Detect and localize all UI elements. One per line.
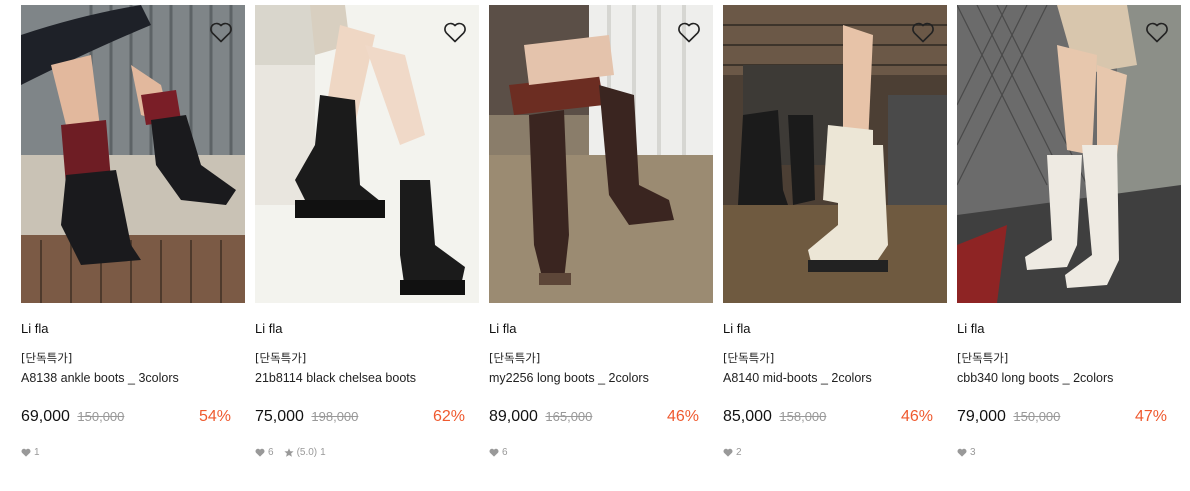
product-image[interactable] bbox=[957, 5, 1181, 303]
likes-count: 1 bbox=[34, 446, 40, 458]
likes-count: 2 bbox=[736, 446, 742, 458]
product-meta: 1 bbox=[21, 445, 245, 459]
product-image[interactable] bbox=[21, 5, 245, 303]
heart-filled-icon bbox=[489, 448, 499, 457]
product-card[interactable]: Li fla [단독특가] my2256 long boots _ 2color… bbox=[489, 5, 713, 459]
product-photo-ankle-boots bbox=[21, 5, 245, 303]
product-photo-long-boots bbox=[489, 5, 713, 303]
heart-outline-icon bbox=[1146, 22, 1168, 43]
promo-tag: [단독특가] bbox=[255, 351, 307, 365]
product-name[interactable]: my2256 long boots _ 2colors bbox=[489, 370, 713, 386]
likes: 6 bbox=[489, 447, 508, 458]
original-price: 165,000 bbox=[545, 409, 593, 424]
rating: (5.0) 1 bbox=[283, 446, 326, 458]
sale-price: 79,000 bbox=[957, 408, 1006, 425]
likes: 1 bbox=[21, 447, 40, 458]
rating-score: (5.0) bbox=[296, 446, 318, 458]
product-name[interactable]: A8138 ankle boots _ 3colors bbox=[21, 370, 245, 386]
price-row: 85,000 158,000 46% bbox=[723, 407, 947, 427]
likes: 2 bbox=[723, 447, 742, 458]
original-price: 150,000 bbox=[77, 409, 125, 424]
price-row: 89,000 165,000 46% bbox=[489, 407, 713, 427]
product-name[interactable]: cbb340 long boots _ 2colors bbox=[957, 370, 1181, 386]
discount-rate: 62% bbox=[432, 408, 465, 425]
sale-price: 89,000 bbox=[489, 408, 538, 425]
review-count: 1 bbox=[320, 446, 326, 458]
wishlist-button[interactable] bbox=[911, 21, 935, 43]
price-row: 75,000 198,000 62% bbox=[255, 407, 479, 427]
wishlist-button[interactable] bbox=[1145, 21, 1169, 43]
product-image[interactable] bbox=[255, 5, 479, 303]
product-card[interactable]: Li fla [단독특가] cbb340 long boots _ 2color… bbox=[957, 5, 1181, 459]
product-meta: 6 bbox=[489, 445, 713, 459]
wishlist-button[interactable] bbox=[209, 21, 233, 43]
original-price: 150,000 bbox=[1013, 409, 1061, 424]
heart-filled-icon bbox=[255, 448, 265, 457]
heart-filled-icon bbox=[21, 448, 31, 457]
brand-name[interactable]: Li fla bbox=[21, 321, 245, 337]
promo-tag: [단독특가] bbox=[957, 351, 1009, 365]
product-photo-chelsea-boots bbox=[255, 5, 479, 303]
wishlist-button[interactable] bbox=[677, 21, 701, 43]
sale-price: 69,000 bbox=[21, 408, 70, 425]
product-photo-long-boots-white bbox=[957, 5, 1181, 303]
product-card[interactable]: Li fla [단독특가] 21b8114 black chelsea boot… bbox=[255, 5, 479, 459]
heart-outline-icon bbox=[912, 22, 934, 43]
product-card[interactable]: Li fla [단독특가] A8140 mid-boots _ 2colors … bbox=[723, 5, 947, 459]
original-price: 198,000 bbox=[311, 409, 359, 424]
brand-name[interactable]: Li fla bbox=[255, 321, 479, 337]
product-meta: 2 bbox=[723, 445, 947, 459]
sale-price: 75,000 bbox=[255, 408, 304, 425]
discount-rate: 47% bbox=[1134, 408, 1167, 425]
likes-count: 6 bbox=[268, 446, 274, 458]
product-meta: 3 bbox=[957, 445, 1181, 459]
likes: 3 bbox=[957, 447, 976, 458]
product-image[interactable] bbox=[489, 5, 713, 303]
product-image[interactable] bbox=[723, 5, 947, 303]
product-name[interactable]: 21b8114 black chelsea boots bbox=[255, 370, 479, 386]
heart-outline-icon bbox=[210, 22, 232, 43]
product-photo-mid-boots bbox=[723, 5, 947, 303]
likes: 6 bbox=[255, 447, 274, 458]
discount-rate: 46% bbox=[900, 408, 933, 425]
star-icon bbox=[283, 447, 294, 457]
brand-name[interactable]: Li fla bbox=[489, 321, 713, 337]
heart-filled-icon bbox=[723, 448, 733, 457]
product-meta: 6 (5.0) 1 bbox=[255, 445, 479, 459]
product-card[interactable]: Li fla [단독특가] A8138 ankle boots _ 3color… bbox=[21, 5, 245, 459]
brand-name[interactable]: Li fla bbox=[957, 321, 1181, 337]
product-grid: Li fla [단독특가] A8138 ankle boots _ 3color… bbox=[21, 5, 1181, 459]
heart-outline-icon bbox=[444, 22, 466, 43]
original-price: 158,000 bbox=[779, 409, 827, 424]
heart-filled-icon bbox=[957, 448, 967, 457]
likes-count: 6 bbox=[502, 446, 508, 458]
promo-tag: [단독특가] bbox=[21, 351, 73, 365]
promo-tag: [단독특가] bbox=[723, 351, 775, 365]
promo-tag: [단독특가] bbox=[489, 351, 541, 365]
discount-rate: 54% bbox=[198, 408, 231, 425]
sale-price: 85,000 bbox=[723, 408, 772, 425]
wishlist-button[interactable] bbox=[443, 21, 467, 43]
price-row: 79,000 150,000 47% bbox=[957, 407, 1181, 427]
brand-name[interactable]: Li fla bbox=[723, 321, 947, 337]
product-name[interactable]: A8140 mid-boots _ 2colors bbox=[723, 370, 947, 386]
price-row: 69,000 150,000 54% bbox=[21, 407, 245, 427]
likes-count: 3 bbox=[970, 446, 976, 458]
discount-rate: 46% bbox=[666, 408, 699, 425]
heart-outline-icon bbox=[678, 22, 700, 43]
